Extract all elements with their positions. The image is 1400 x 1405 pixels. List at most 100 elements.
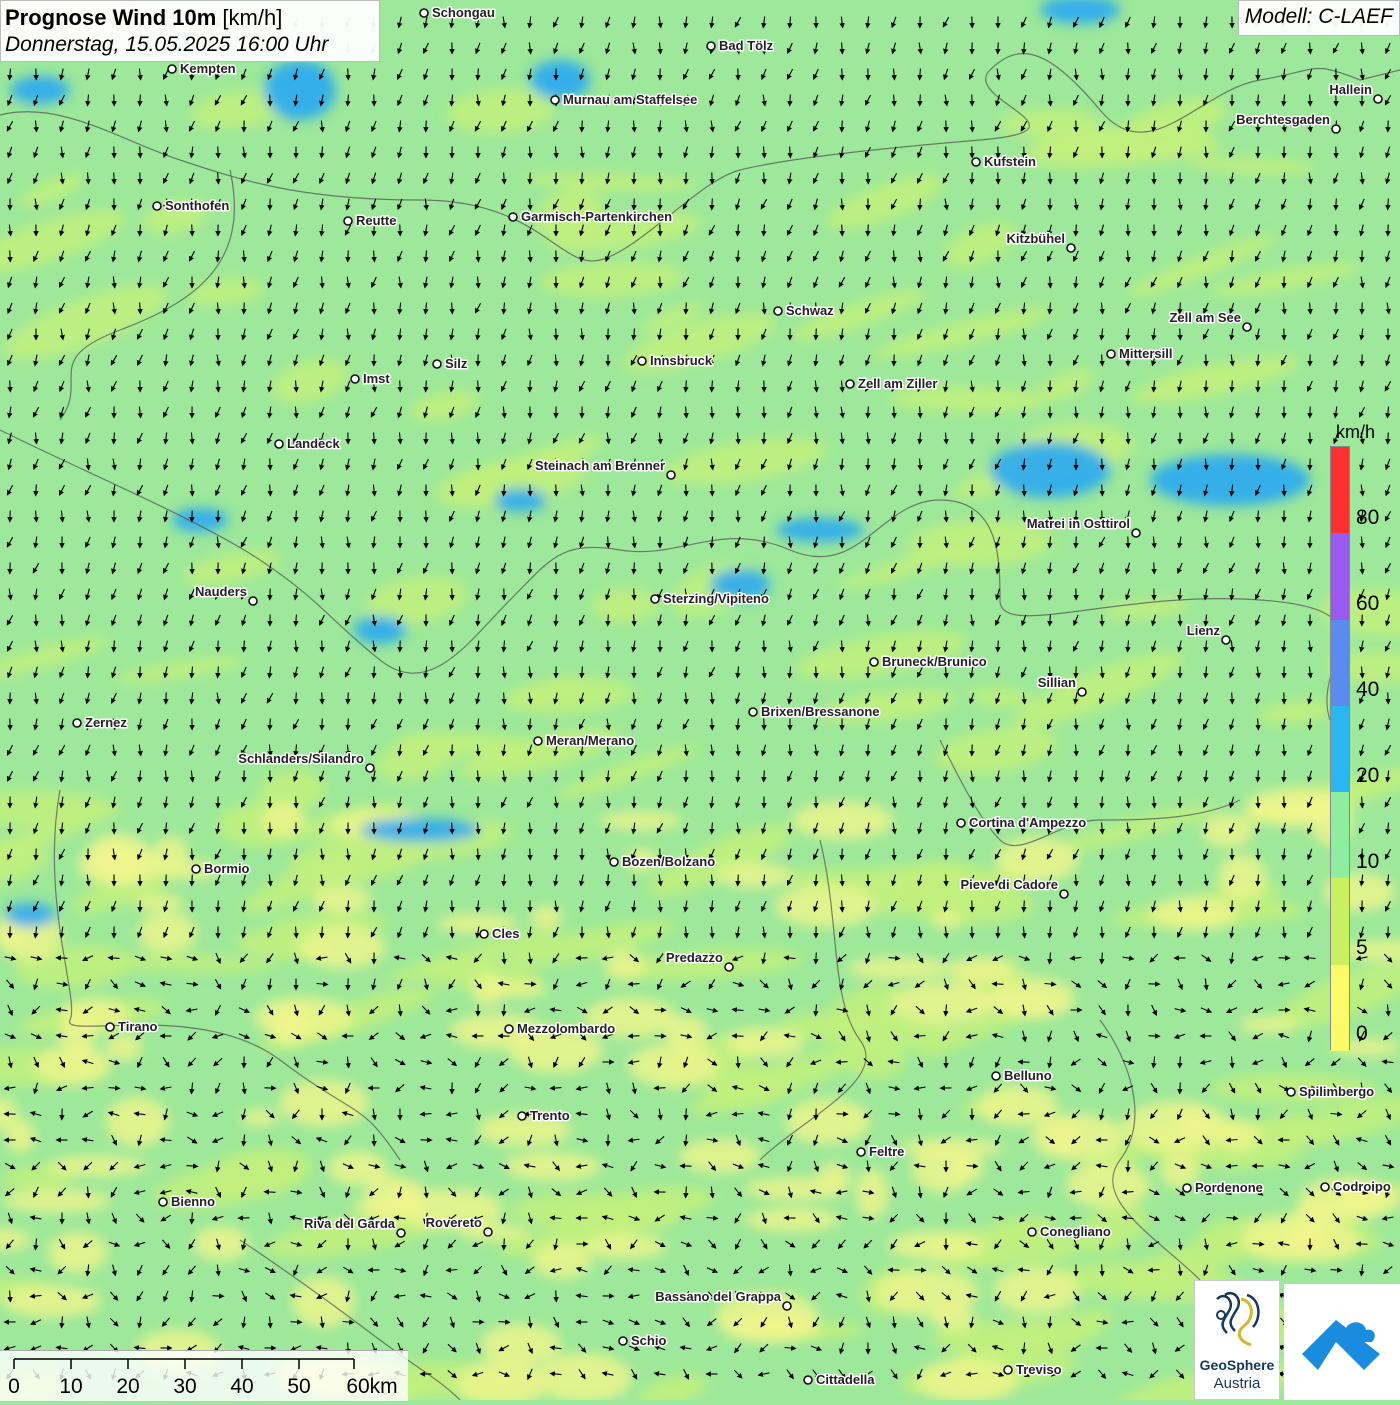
city-marker[interactable]: Mezzolombardo <box>505 1021 615 1036</box>
wind-arrow <box>998 173 999 184</box>
app-logo[interactable] <box>1284 1284 1400 1400</box>
city-marker[interactable]: Brixen/Bressanone <box>749 704 880 719</box>
scale-label-60km: 60km <box>346 1375 397 1398</box>
wind-patch-calm <box>1243 1216 1326 1262</box>
wind-patch-calm <box>3 1189 111 1212</box>
city-label: Conegliano <box>1040 1224 1111 1239</box>
wind-arrow <box>1206 381 1207 392</box>
wind-arrow <box>218 147 219 158</box>
city-marker[interactable]: Garmisch-Partenkirchen <box>509 209 672 224</box>
city-dot <box>957 819 965 827</box>
wind-arrow <box>10 381 11 392</box>
city-marker[interactable]: Sterzing/Vipiteno <box>651 591 769 606</box>
city-label: Mezzolombardo <box>517 1021 615 1036</box>
wind-patch-strong <box>360 818 480 842</box>
wind-patch-strong <box>172 508 228 532</box>
wind-patch-calm <box>2 1285 102 1317</box>
wind-arrow <box>764 433 765 444</box>
city-label: Zell am Ziller <box>858 376 937 391</box>
map-title: Prognose Wind 10m [km/h] <box>5 4 375 32</box>
city-dot <box>1028 1228 1036 1236</box>
wind-arrow <box>712 485 713 496</box>
city-dot <box>1332 125 1340 133</box>
city-marker[interactable]: Bozen/Bolzano <box>610 854 715 869</box>
city-dot <box>783 1302 791 1310</box>
wind-arrow <box>733 1036 744 1037</box>
wind-arrow <box>1258 797 1259 808</box>
color-legend: km/h 80 60 40 20 10 5 0 <box>1326 420 1386 1060</box>
city-marker[interactable]: Meran/Merano <box>534 733 634 748</box>
city-marker[interactable]: Pordenone <box>1183 1180 1263 1195</box>
wind-arrow <box>1336 303 1337 314</box>
geosphere-logo[interactable]: GeoSphere Austria <box>1194 1280 1280 1400</box>
city-dot <box>484 1228 492 1236</box>
wind-arrow <box>296 797 297 808</box>
city-marker[interactable]: Schongau <box>420 5 495 20</box>
city-marker[interactable]: Zell am Ziller <box>846 376 937 391</box>
city-dot <box>870 658 878 666</box>
wind-arrow <box>374 1135 375 1146</box>
city-dot <box>774 307 782 315</box>
city-label: Sterzing/Vipiteno <box>663 591 769 606</box>
city-label: Schongau <box>432 5 495 20</box>
legend-color-bar <box>1330 446 1350 1050</box>
city-dot <box>667 471 675 479</box>
city-marker[interactable]: Bruneck/Brunico <box>870 654 987 669</box>
city-label: Belluno <box>1004 1068 1052 1083</box>
wind-arrow <box>322 693 323 704</box>
legend-segment <box>1331 792 1349 878</box>
city-dot <box>1287 1088 1295 1096</box>
city-label: Sonthofen <box>165 198 229 213</box>
wind-map[interactable]: SchongauBad TölzKemptenMurnau am Staffel… <box>0 0 1400 1400</box>
city-dot <box>366 764 374 772</box>
city-marker[interactable]: Murnau am Staffelsee <box>551 92 697 107</box>
wind-arrow <box>1019 1062 1030 1063</box>
legend-label-80: 80 <box>1356 506 1379 530</box>
legend-label-5: 5 <box>1356 936 1368 960</box>
wind-arrow <box>452 563 453 574</box>
city-dot <box>153 202 161 210</box>
city-label: Imst <box>363 371 390 386</box>
city-marker[interactable]: Spilimbergo <box>1287 1084 1374 1099</box>
city-label: Meran/Merano <box>546 733 634 748</box>
wind-arrow <box>972 173 973 184</box>
legend-segment <box>1331 706 1349 792</box>
wind-patch-calm <box>977 1085 1058 1126</box>
wind-arrow <box>868 225 869 236</box>
wind-patch-strong <box>354 616 406 644</box>
city-marker[interactable]: Sonthofen <box>153 198 229 213</box>
wind-patch-calm <box>193 1226 248 1261</box>
city-dot <box>749 708 757 716</box>
wind-arrow <box>452 823 453 834</box>
wind-patch-calm <box>1218 854 1267 899</box>
wind-patch-calm <box>261 802 303 836</box>
wind-patch-calm <box>292 1276 355 1327</box>
city-dot <box>433 360 441 368</box>
wind-arrow <box>868 173 869 184</box>
city-dot <box>192 865 200 873</box>
wind-arrow <box>1180 1083 1181 1094</box>
city-dot <box>159 1198 167 1206</box>
wind-arrow <box>1232 693 1233 704</box>
city-dot <box>249 597 257 605</box>
city-marker[interactable]: Cortina d'Ampezzo <box>957 815 1086 830</box>
wind-arrow <box>1128 225 1129 236</box>
logo-sub: Austria <box>1195 1375 1279 1392</box>
wind-arrow <box>374 303 375 314</box>
wind-arrow <box>140 147 141 158</box>
wind-patch-calm <box>716 863 793 888</box>
city-label: Mittersill <box>1119 346 1172 361</box>
wind-arrow <box>1310 95 1311 106</box>
wind-arrow <box>1128 43 1129 54</box>
wind-arrow <box>816 953 817 964</box>
city-label: Trento <box>530 1108 570 1123</box>
wind-arrow <box>1024 901 1025 912</box>
wind-arrow <box>530 849 531 860</box>
city-dot <box>857 1148 865 1156</box>
city-dot <box>1107 350 1115 358</box>
wind-patch-calm <box>481 1323 561 1365</box>
city-marker[interactable]: Innsbruck <box>638 353 713 368</box>
wind-arrow <box>993 984 1004 985</box>
city-marker[interactable]: Conegliano <box>1028 1224 1111 1239</box>
wind-patch-calm <box>792 801 894 839</box>
